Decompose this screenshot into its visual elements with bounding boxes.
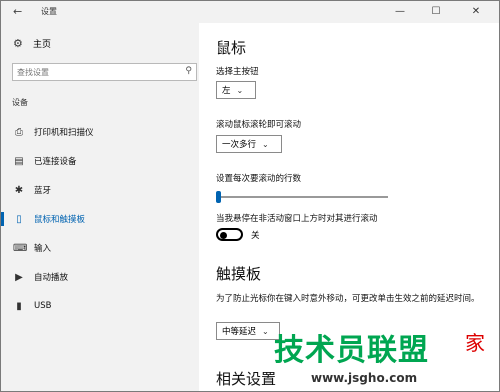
printer-icon: ⎙ <box>15 126 23 138</box>
keyboard-icon: ⌨ <box>13 242 28 254</box>
slider-thumb[interactable] <box>216 191 221 203</box>
touchpad-description: 为了防止光标你在键入时意外移动，可更改单击生效之前的延迟时间。 <box>216 294 480 304</box>
sidebar-item-autoplay[interactable]: ▶ 自动播放 <box>1 264 199 290</box>
touchpad-delay-value: 中等延迟 <box>222 327 257 337</box>
mouse-heading: 鼠标 <box>216 39 247 57</box>
touchpad-heading: 触摸板 <box>216 265 262 283</box>
mouse-icon: ▯ <box>16 213 22 225</box>
minimize-icon[interactable]: — <box>385 1 415 23</box>
close-icon[interactable]: ✕ <box>461 1 491 23</box>
window-title: 设置 <box>41 7 57 16</box>
search-box[interactable]: ⚲ <box>12 63 197 81</box>
settings-window: ← 设置 — ☐ ✕ ⚙ 主页 ⚲ 设备 ⎙ 打印机和扫描仪 ▤ 已连接设备 ✱… <box>0 0 500 392</box>
maximize-icon[interactable]: ☐ <box>421 1 451 23</box>
lines-label: 设置每次要滚动的行数 <box>216 174 302 184</box>
watermark-text: 技术员联盟 <box>274 333 429 368</box>
primary-button-value: 左 <box>222 86 231 96</box>
home-label: 主页 <box>33 39 52 50</box>
sidebar-item-label: USB <box>34 301 52 311</box>
sidebar-item-label: 打印机和扫描仪 <box>34 128 94 138</box>
sidebar-item-bluetooth[interactable]: ✱ 蓝牙 <box>1 177 199 203</box>
chevron-down-icon: ⌄ <box>262 139 269 149</box>
primary-button-select[interactable]: 左 ⌄ <box>216 81 256 99</box>
title-bar: ← 设置 — ☐ ✕ <box>1 1 499 23</box>
sidebar-item-label: 自动播放 <box>34 273 69 283</box>
sidebar-item-connected-devices[interactable]: ▤ 已连接设备 <box>1 148 199 174</box>
toggle-knob <box>220 231 227 239</box>
section-label: 设备 <box>12 98 28 107</box>
scroll-mode-value: 一次多行 <box>222 140 257 150</box>
scroll-label: 滚动鼠标滚轮即可滚动 <box>216 120 302 130</box>
watermark-suffix: 家 <box>465 331 485 355</box>
home-link[interactable]: ⚙ 主页 <box>13 35 51 51</box>
sidebar-item-mouse-touchpad[interactable]: ▯ 鼠标和触摸板 <box>1 206 199 232</box>
inactive-scroll-label: 当我悬停在非活动窗口上方时对其进行滚动 <box>216 214 378 224</box>
sidebar-item-printers[interactable]: ⎙ 打印机和扫描仪 <box>1 119 199 145</box>
sidebar-item-label: 输入 <box>34 244 52 254</box>
watermark-logo: 技术员联盟 家 www.jsgho.com <box>269 321 499 391</box>
related-settings-heading: 相关设置 <box>216 370 277 388</box>
sidebar: ⚙ 主页 ⚲ 设备 ⎙ 打印机和扫描仪 ▤ 已连接设备 ✱ 蓝牙 ▯ 鼠标和触摸… <box>1 23 199 391</box>
gear-icon: ⚙ <box>13 36 23 50</box>
slider-track <box>216 196 388 198</box>
bluetooth-icon: ✱ <box>14 184 24 196</box>
usb-icon: ▮ <box>16 300 22 312</box>
scroll-mode-select[interactable]: 一次多行 ⌄ <box>216 135 282 153</box>
inactive-scroll-toggle[interactable] <box>216 228 243 241</box>
watermark-url: www.jsgho.com <box>311 371 418 385</box>
lines-slider[interactable] <box>216 191 388 203</box>
primary-button-label: 选择主按钮 <box>216 67 259 77</box>
sidebar-item-typing[interactable]: ⌨ 输入 <box>1 235 199 261</box>
inactive-scroll-state: 关 <box>251 231 260 241</box>
search-icon[interactable]: ⚲ <box>185 66 192 76</box>
sidebar-item-label: 蓝牙 <box>34 186 52 196</box>
sidebar-item-label: 已连接设备 <box>34 157 77 167</box>
search-input[interactable] <box>13 64 173 80</box>
autoplay-icon: ▶ <box>15 271 23 283</box>
connected-devices-icon: ▤ <box>14 155 24 167</box>
sidebar-item-usb[interactable]: ▮ USB <box>1 293 199 319</box>
sidebar-item-label: 鼠标和触摸板 <box>34 215 86 225</box>
back-arrow-icon[interactable]: ← <box>13 5 27 19</box>
chevron-down-icon: ⌄ <box>236 85 244 95</box>
chevron-down-icon: ⌄ <box>262 326 269 336</box>
